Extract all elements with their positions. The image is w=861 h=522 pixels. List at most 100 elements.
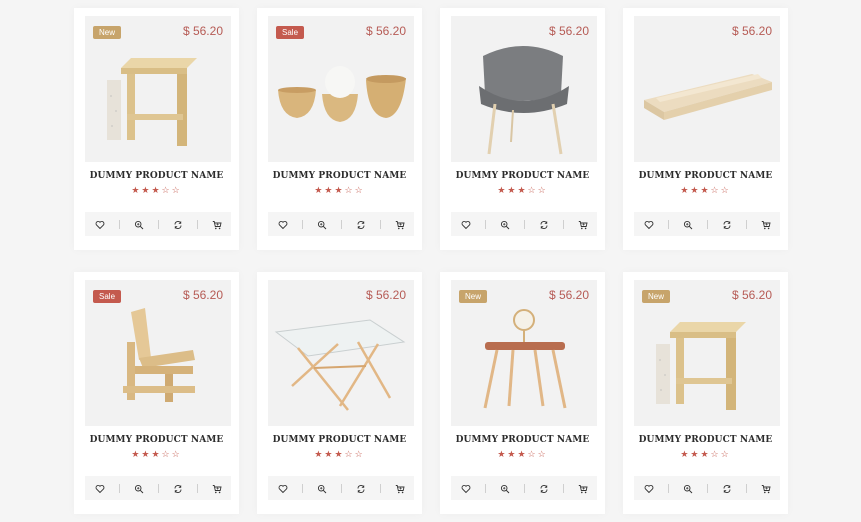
divider <box>706 483 708 493</box>
compare-icon <box>356 479 366 498</box>
rating-stars: ★★★☆☆ <box>497 186 548 196</box>
rating-stars: ★★★☆☆ <box>314 186 365 196</box>
quick-view-button[interactable] <box>678 214 698 234</box>
product-name[interactable]: DUMMY PRODUCT NAME <box>623 435 788 445</box>
compare-button[interactable] <box>168 214 188 234</box>
wishlist-button[interactable] <box>639 214 659 234</box>
wishlist-button[interactable] <box>456 214 476 234</box>
heart-icon <box>461 215 471 234</box>
product-name[interactable]: DUMMY PRODUCT NAME <box>74 435 239 445</box>
wishlist-button[interactable] <box>639 478 659 498</box>
add-to-cart-button[interactable] <box>756 214 776 234</box>
zoom-icon <box>317 479 327 498</box>
product-price: $ 56.20 <box>182 24 223 38</box>
divider <box>523 219 525 229</box>
product-image[interactable]: New $ 56.20 <box>85 16 231 162</box>
cart-icon <box>395 479 405 498</box>
cart-icon <box>578 215 588 234</box>
product-card[interactable]: $ 56.20 DUMMY PRODUCT NAME ★★★☆☆ <box>623 8 788 250</box>
add-to-cart-button[interactable] <box>573 214 593 234</box>
product-name[interactable]: DUMMY PRODUCT NAME <box>440 435 605 445</box>
wishlist-button[interactable] <box>273 478 293 498</box>
product-image[interactable]: New $ 56.20 <box>451 280 597 426</box>
product-name[interactable]: DUMMY PRODUCT NAME <box>440 171 605 181</box>
sale-badge: Sale <box>93 290 122 303</box>
wishlist-button[interactable] <box>273 214 293 234</box>
compare-icon <box>539 479 549 498</box>
quick-view-button[interactable] <box>495 478 515 498</box>
quick-view-button[interactable] <box>495 214 515 234</box>
compare-button[interactable] <box>351 478 371 498</box>
product-card[interactable]: New $ 56.20 DUMMY PRODUCT NAME ★★★☆☆ <box>440 272 605 514</box>
product-card[interactable]: New $ 56.20 DUMMY PRODUCT NAME ★★★☆☆ <box>623 272 788 514</box>
product-grid: New $ 56.20 DUMMY PRODUCT NAME ★★★☆☆ Sal… <box>0 0 861 522</box>
product-card[interactable]: Sale $ 56.20 DUMMY PRODUCT NAME ★★★☆☆ <box>257 8 422 250</box>
wishlist-button[interactable] <box>456 478 476 498</box>
divider <box>523 483 525 493</box>
divider <box>484 219 486 229</box>
heart-icon <box>95 215 105 234</box>
product-price: $ 56.20 <box>731 24 772 38</box>
new-badge: New <box>642 290 671 303</box>
product-image[interactable]: $ 56.20 <box>268 280 414 426</box>
product-image[interactable]: New $ 56.20 <box>634 280 780 426</box>
product-price: $ 56.20 <box>548 288 589 302</box>
cart-icon <box>761 215 771 234</box>
divider <box>667 483 669 493</box>
cart-icon <box>395 215 405 234</box>
product-price: $ 56.20 <box>365 24 406 38</box>
product-actions <box>634 212 780 236</box>
product-card[interactable]: $ 56.20 DUMMY PRODUCT NAME ★★★☆☆ <box>257 272 422 514</box>
quick-view-button[interactable] <box>129 478 149 498</box>
product-card[interactable]: Sale $ 56.20 DUMMY PRODUCT NAME ★★★☆☆ <box>74 272 239 514</box>
cart-icon <box>212 215 222 234</box>
heart-icon <box>644 215 654 234</box>
divider <box>379 483 381 493</box>
divider <box>118 483 120 493</box>
product-image[interactable]: Sale $ 56.20 <box>268 16 414 162</box>
product-card[interactable]: $ 56.20 DUMMY PRODUCT NAME ★★★☆☆ <box>440 8 605 250</box>
compare-button[interactable] <box>717 214 737 234</box>
rating-stars: ★★★☆☆ <box>131 450 182 460</box>
heart-icon <box>278 215 288 234</box>
quick-view-button[interactable] <box>129 214 149 234</box>
quick-view-button[interactable] <box>312 478 332 498</box>
product-name[interactable]: DUMMY PRODUCT NAME <box>623 171 788 181</box>
quick-view-button[interactable] <box>312 214 332 234</box>
product-actions <box>451 212 597 236</box>
rating-stars: ★★★☆☆ <box>680 186 731 196</box>
compare-button[interactable] <box>717 478 737 498</box>
new-badge: New <box>459 290 488 303</box>
compare-button[interactable] <box>168 478 188 498</box>
cart-icon <box>578 479 588 498</box>
heart-icon <box>278 479 288 498</box>
compare-button[interactable] <box>351 214 371 234</box>
zoom-icon <box>683 479 693 498</box>
zoom-icon <box>134 479 144 498</box>
add-to-cart-button[interactable] <box>207 478 227 498</box>
product-name[interactable]: DUMMY PRODUCT NAME <box>257 435 422 445</box>
wishlist-button[interactable] <box>90 214 110 234</box>
add-to-cart-button[interactable] <box>207 214 227 234</box>
product-image[interactable]: $ 56.20 <box>451 16 597 162</box>
compare-icon <box>722 215 732 234</box>
compare-icon <box>173 215 183 234</box>
divider <box>706 219 708 229</box>
compare-button[interactable] <box>534 478 554 498</box>
quick-view-button[interactable] <box>678 478 698 498</box>
divider <box>562 483 564 493</box>
add-to-cart-button[interactable] <box>756 478 776 498</box>
product-card[interactable]: New $ 56.20 DUMMY PRODUCT NAME ★★★☆☆ <box>74 8 239 250</box>
product-image[interactable]: Sale $ 56.20 <box>85 280 231 426</box>
product-name[interactable]: DUMMY PRODUCT NAME <box>74 171 239 181</box>
compare-icon <box>356 215 366 234</box>
wishlist-button[interactable] <box>90 478 110 498</box>
divider <box>340 219 342 229</box>
new-badge: New <box>93 26 122 39</box>
product-image[interactable]: $ 56.20 <box>634 16 780 162</box>
compare-button[interactable] <box>534 214 554 234</box>
add-to-cart-button[interactable] <box>390 214 410 234</box>
add-to-cart-button[interactable] <box>573 478 593 498</box>
add-to-cart-button[interactable] <box>390 478 410 498</box>
product-name[interactable]: DUMMY PRODUCT NAME <box>257 171 422 181</box>
